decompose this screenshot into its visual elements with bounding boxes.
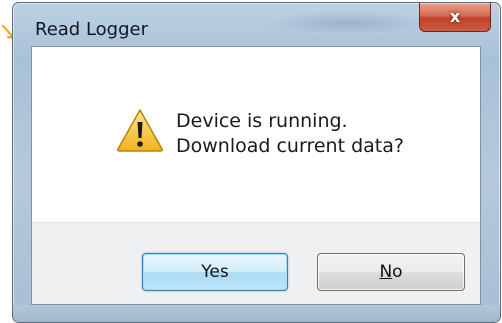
yes-button[interactable]: Yes: [142, 253, 288, 291]
close-button[interactable]: x: [419, 3, 491, 32]
message-line-1: Device is running.: [176, 110, 348, 132]
dialog-message: Device is running. Download current data…: [176, 109, 404, 159]
title-bar[interactable]: Read Logger x: [13, 3, 500, 47]
read-logger-dialog: Read Logger x Device is running. Downloa…: [12, 2, 501, 323]
no-button-label: o: [392, 262, 403, 282]
no-button[interactable]: No: [317, 253, 465, 291]
button-bar: Yes No: [32, 222, 480, 304]
yes-button-label: Yes: [201, 262, 229, 282]
screenshot-stage: Read Logger x Device is running. Downloa…: [0, 0, 502, 323]
no-button-accelerator: N: [379, 262, 393, 282]
window-title: Read Logger: [35, 19, 149, 40]
warning-icon: [117, 109, 163, 152]
dialog-content: Device is running. Download current data…: [31, 46, 481, 305]
window-bottom-border: [13, 305, 500, 322]
message-area: Device is running. Download current data…: [32, 47, 480, 222]
close-icon: x: [449, 7, 461, 26]
title-bar-reflection: [263, 11, 433, 35]
message-line-2: Download current data?: [176, 135, 404, 157]
